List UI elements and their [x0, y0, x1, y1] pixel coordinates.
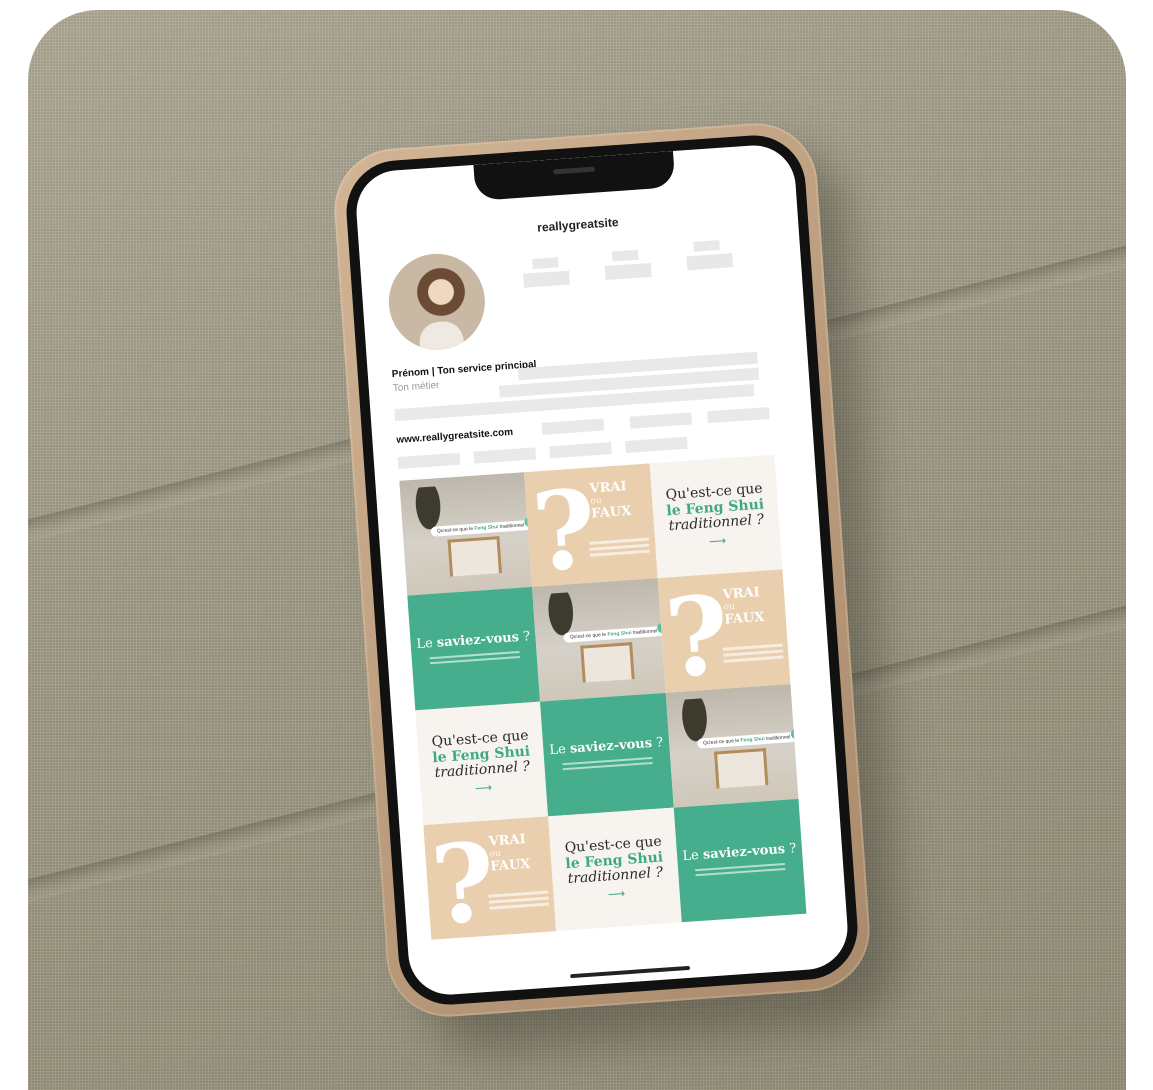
plant-image [538, 591, 585, 655]
action-placeholder[interactable] [629, 412, 693, 429]
saviez-vous-title: Le saviez-vous ? [415, 629, 531, 653]
vrai-faux-title: VRAI ou FAUX [488, 831, 531, 875]
background-photo: reallygreatsite Prénom | Ton service pri… [28, 10, 1126, 1090]
chair-image [580, 642, 636, 683]
placeholder-lines [589, 537, 651, 560]
placeholder-lines [562, 756, 653, 773]
placeholder-lines [695, 862, 786, 879]
curved-arrow-icon: ⟶ [607, 885, 626, 901]
avatar-shirt [418, 320, 465, 354]
speaker-icon [552, 166, 596, 175]
vrai-faux-title: VRAI ou FAUX [722, 585, 765, 628]
vrai-faux-title: VRAI ou FAUX [589, 479, 632, 522]
saviez-vous-title: Le saviez-vous ? [682, 841, 797, 865]
post-saviez-vous[interactable]: Le saviez-vous ? [407, 586, 541, 711]
highlight-placeholder[interactable] [625, 436, 688, 454]
profile-website[interactable]: www.reallygreatsite.com [396, 427, 513, 446]
placeholder-lines [429, 650, 520, 667]
action-placeholder[interactable] [707, 406, 770, 424]
stat-placeholder [686, 253, 734, 271]
post-feng-shui[interactable]: Qu'est-ce que le Feng Shui traditionnel … [649, 454, 783, 579]
post-photo[interactable]: Qu'est-ce que le Feng Shui traditionnel … [532, 578, 666, 702]
placeholder-lines [722, 643, 784, 666]
post-feng-shui[interactable]: Qu'est-ce que le Feng Shui traditionnel … [548, 807, 682, 932]
stat-placeholder [611, 249, 639, 262]
stat-placeholder [693, 240, 720, 252]
instagram-profile: reallygreatsite Prénom | Ton service pri… [354, 143, 851, 998]
chair-image [447, 536, 502, 577]
highlight-placeholder[interactable] [397, 452, 461, 469]
post-saviez-vous[interactable]: Le saviez-vous ? [673, 798, 807, 923]
highlight-placeholder[interactable] [473, 447, 537, 464]
profile-name: Prénom | Ton service principal [391, 359, 537, 381]
stat-placeholder [523, 270, 571, 288]
action-placeholder[interactable] [541, 418, 605, 435]
chair-image [713, 748, 769, 789]
phone-mockup: reallygreatsite Prénom | Ton service pri… [330, 119, 874, 1021]
post-grid: Qu'est-ce que le Feng Shui traditionnel … [399, 454, 807, 940]
avatar[interactable] [385, 250, 489, 354]
placeholder-lines [488, 890, 550, 913]
stat-placeholder [604, 262, 652, 281]
feng-shui-title: Qu'est-ce que le Feng Shui traditionnel … [431, 727, 531, 782]
post-feng-shui[interactable]: Qu'est-ce que le Feng Shui traditionnel … [415, 701, 549, 826]
post-saviez-vous[interactable]: Le saviez-vous ? [540, 692, 674, 817]
highlight-placeholder[interactable] [549, 442, 612, 459]
plant-image [671, 697, 719, 761]
post-photo[interactable]: Qu'est-ce que le Feng Shui traditionnel … [399, 472, 533, 596]
curved-arrow-icon: ⟶ [708, 532, 727, 549]
feng-shui-title: Qu'est-ce que le Feng Shui traditionnel … [564, 833, 664, 888]
feng-shui-title: Qu'est-ce que le Feng Shui traditionnel … [665, 481, 765, 535]
post-vrai-faux[interactable]: ? VRAI ou FAUX [423, 816, 557, 940]
stat-placeholder [532, 257, 559, 270]
curved-arrow-icon: ⟶ [474, 779, 493, 795]
plant-image [405, 485, 452, 549]
post-photo[interactable]: Qu'est-ce que le Feng Shui traditionnel … [665, 684, 799, 808]
post-vrai-faux[interactable]: ? VRAI ou FAUX [524, 463, 658, 587]
saviez-vous-title: Le saviez-vous ? [549, 735, 664, 759]
profile-job: Ton métier [392, 379, 440, 395]
phone-screen: reallygreatsite Prénom | Ton service pri… [353, 142, 851, 998]
post-vrai-faux[interactable]: ? VRAI ou FAUX [657, 569, 791, 693]
profile-username: reallygreatsite [536, 215, 619, 235]
